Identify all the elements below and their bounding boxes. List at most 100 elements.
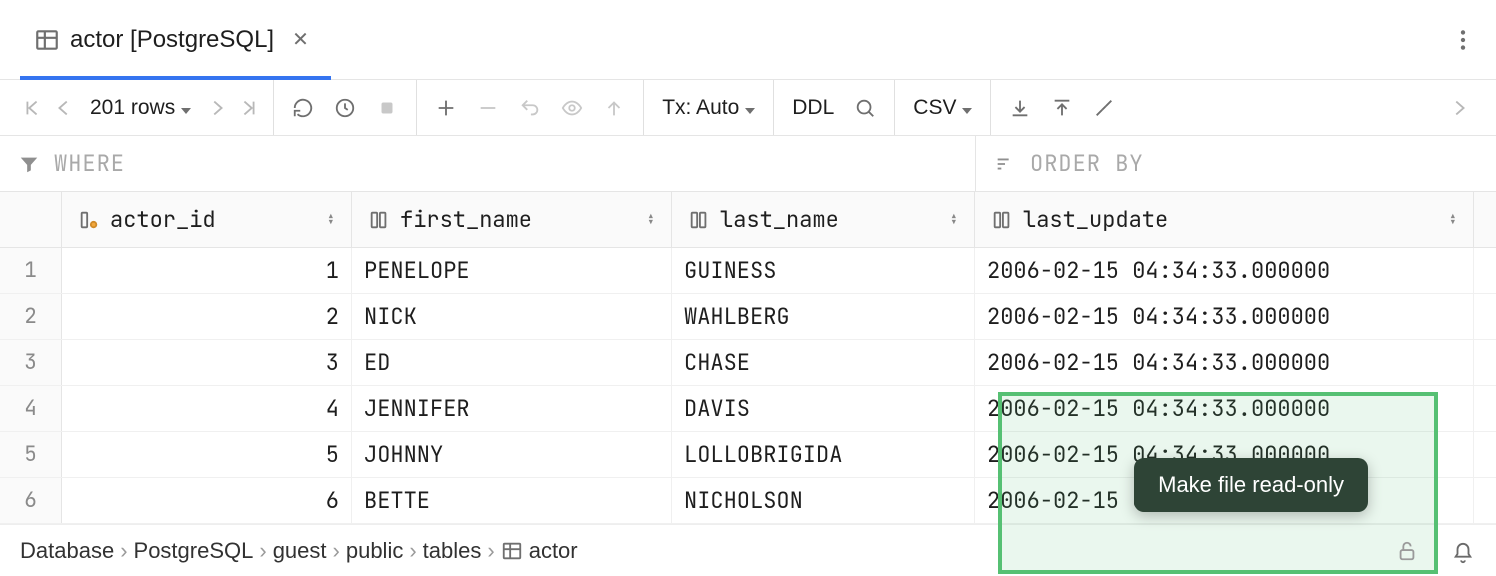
table-row[interactable]: 1 1 PENELOPE GUINESS 2006-02-15 04:34:33…	[0, 248, 1496, 294]
row-number: 2	[0, 294, 62, 339]
cell-actor-id[interactable]: 1	[62, 248, 352, 293]
crumb-item[interactable]: public	[346, 538, 403, 564]
settings-button[interactable]	[1083, 87, 1125, 129]
column-icon	[368, 209, 390, 231]
bell-icon[interactable]	[1452, 542, 1474, 564]
lock-open-icon[interactable]	[1396, 540, 1418, 562]
sort-icon	[994, 153, 1016, 175]
col-label: first_name	[400, 205, 532, 234]
cell-last-name[interactable]: LOLLOBRIGIDA	[672, 432, 975, 477]
where-input[interactable]: WHERE	[0, 136, 975, 191]
orderby-label: ORDER BY	[1030, 149, 1144, 178]
tab-actor[interactable]: actor [PostgreSQL] ✕	[20, 0, 331, 79]
upload-button[interactable]	[1041, 87, 1083, 129]
cell-last-name[interactable]: NICHOLSON	[672, 478, 975, 523]
chevron-down-icon	[181, 96, 191, 120]
paging-group: 201 rows	[8, 80, 273, 135]
tx-mode-label: Tx: Auto	[662, 96, 739, 120]
crumb-item[interactable]: Database	[20, 538, 114, 564]
search-button[interactable]	[844, 87, 886, 129]
cell-actor-id[interactable]: 2	[62, 294, 352, 339]
sort-icon: ▴▾	[647, 214, 655, 226]
refresh-button[interactable]	[282, 87, 324, 129]
col-first-name[interactable]: first_name ▴▾	[352, 192, 672, 247]
chevron-right-icon: ›	[120, 538, 127, 564]
pending-button[interactable]	[324, 87, 366, 129]
next-page-button[interactable]	[201, 87, 233, 129]
cell-first-name[interactable]: JOHNNY	[352, 432, 672, 477]
cell-last-update[interactable]: 2006-02-15 04:34:33.000000	[975, 386, 1474, 431]
revert-button[interactable]	[509, 87, 551, 129]
table-row[interactable]: 3 3 ED CHASE 2006-02-15 04:34:33.000000	[0, 340, 1496, 386]
cell-last-name[interactable]: GUINESS	[672, 248, 975, 293]
cell-first-name[interactable]: ED	[352, 340, 672, 385]
tab-overflow-button[interactable]	[1438, 19, 1488, 61]
row-count-label: 201 rows	[90, 96, 175, 120]
cell-actor-id[interactable]: 3	[62, 340, 352, 385]
crumb-item[interactable]: tables	[423, 538, 482, 564]
row-number: 4	[0, 386, 62, 431]
gutter-header	[0, 192, 62, 247]
tab-bar: actor [PostgreSQL] ✕	[0, 0, 1496, 80]
filter-icon	[18, 153, 40, 175]
io-group	[990, 80, 1133, 135]
table-row[interactable]: 4 4 JENNIFER DAVIS 2006-02-15 04:34:33.0…	[0, 386, 1496, 432]
crumb-item[interactable]: actor	[529, 538, 578, 564]
chevron-right-icon: ›	[487, 538, 494, 564]
col-label: actor_id	[110, 205, 216, 234]
key-column-icon	[78, 209, 100, 231]
refresh-group	[273, 80, 416, 135]
col-label: last_update	[1023, 205, 1168, 234]
prev-page-button[interactable]	[48, 87, 80, 129]
table-row[interactable]: 2 2 NICK WAHLBERG 2006-02-15 04:34:33.00…	[0, 294, 1496, 340]
tab-title: actor [PostgreSQL]	[70, 26, 274, 54]
crumb-item[interactable]: guest	[273, 538, 327, 564]
expand-button[interactable]	[1438, 87, 1480, 129]
stop-button[interactable]	[366, 87, 408, 129]
table-icon	[34, 27, 60, 53]
download-button[interactable]	[999, 87, 1041, 129]
sort-icon: ▴▾	[1449, 214, 1457, 226]
last-page-button[interactable]	[233, 87, 265, 129]
col-last-update[interactable]: last_update ▴▾	[975, 192, 1474, 247]
cell-last-name[interactable]: CHASE	[672, 340, 975, 385]
crumb-item[interactable]: PostgreSQL	[134, 538, 254, 564]
cell-last-update[interactable]: 2006-02-15 04:34:33.000000	[975, 248, 1474, 293]
csv-dropdown[interactable]: CSV	[903, 87, 982, 129]
orderby-input[interactable]: ORDER BY	[975, 136, 1496, 191]
cell-last-update[interactable]: 2006-02-15 04:34:33.000000	[975, 294, 1474, 339]
cell-actor-id[interactable]: 5	[62, 432, 352, 477]
readonly-tooltip: Make file read-only	[1134, 458, 1368, 512]
cell-actor-id[interactable]: 4	[62, 386, 352, 431]
cell-first-name[interactable]: BETTE	[352, 478, 672, 523]
col-last-name[interactable]: last_name ▴▾	[672, 192, 975, 247]
tab-close-button[interactable]: ✕	[284, 23, 317, 56]
column-icon	[688, 209, 710, 231]
first-page-button[interactable]	[16, 87, 48, 129]
row-number: 1	[0, 248, 62, 293]
row-count-dropdown[interactable]: 201 rows	[80, 87, 201, 129]
col-actor-id[interactable]: actor_id ▴▾	[62, 192, 352, 247]
tx-mode-dropdown[interactable]: Tx: Auto	[652, 87, 765, 129]
where-label: WHERE	[54, 149, 125, 178]
submit-button[interactable]	[593, 87, 635, 129]
cell-first-name[interactable]: NICK	[352, 294, 672, 339]
ddl-button[interactable]: DDL	[782, 87, 844, 129]
cell-first-name[interactable]: PENELOPE	[352, 248, 672, 293]
cell-first-name[interactable]: JENNIFER	[352, 386, 672, 431]
col-label: last_name	[720, 205, 839, 234]
export-group: CSV	[894, 80, 990, 135]
chevron-down-icon	[962, 96, 972, 120]
row-number: 5	[0, 432, 62, 477]
cell-last-update[interactable]: 2006-02-15 04:34:33.000000	[975, 340, 1474, 385]
cell-actor-id[interactable]: 6	[62, 478, 352, 523]
remove-row-button[interactable]	[467, 87, 509, 129]
chevron-down-icon	[745, 96, 755, 120]
chevron-right-icon: ›	[259, 538, 266, 564]
preview-button[interactable]	[551, 87, 593, 129]
cell-last-name[interactable]: WAHLBERG	[672, 294, 975, 339]
cell-last-name[interactable]: DAVIS	[672, 386, 975, 431]
chevron-right-icon: ›	[333, 538, 340, 564]
edit-group	[416, 80, 643, 135]
add-row-button[interactable]	[425, 87, 467, 129]
